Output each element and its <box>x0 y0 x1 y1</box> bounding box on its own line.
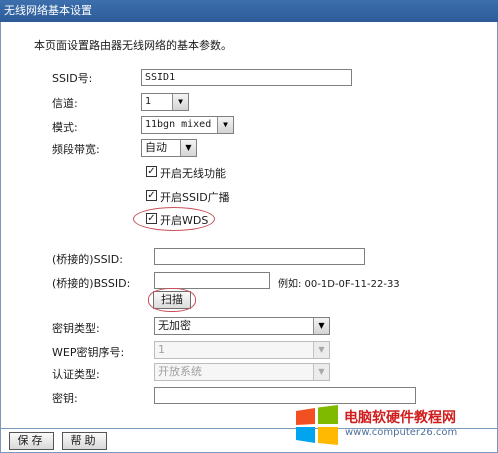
wds-highlight-circle <box>133 207 215 231</box>
save-button[interactable]: 保存 <box>9 432 54 450</box>
chevron-down-icon: ▼ <box>180 140 196 156</box>
windows-logo-icon <box>296 405 338 445</box>
page-description: 本页面设置路由器无线网络的基本参数。 <box>34 39 232 52</box>
chevron-down-icon: ▼ <box>172 94 188 110</box>
wep-index-label: WEP密钥序号: <box>52 346 125 359</box>
bridge-ssid-input[interactable] <box>154 248 365 265</box>
chevron-down-icon: ▼ <box>313 318 329 334</box>
bandwidth-value: 自动 <box>145 141 167 154</box>
key-type-value: 无加密 <box>158 319 191 332</box>
chevron-down-icon: ▼ <box>313 342 329 358</box>
key-label: 密钥: <box>52 392 78 405</box>
ssid-input[interactable]: SSID1 <box>141 69 352 86</box>
chevron-down-icon: ▼ <box>217 117 233 133</box>
bandwidth-label: 频段带宽: <box>52 143 100 156</box>
key-type-select[interactable]: 无加密 ▼ <box>154 317 330 335</box>
wireless-label: 开启无线功能 <box>160 167 226 180</box>
mode-value: 11bgn mixed <box>145 119 212 130</box>
ssid-broadcast-checkbox[interactable]: ✓ <box>146 190 157 201</box>
watermark-url: www.computer26.com <box>345 427 458 438</box>
auth-type-select: 开放系统 ▼ <box>154 363 330 381</box>
bridge-bssid-label: (桥接的)BSSID: <box>52 277 131 290</box>
chevron-down-icon: ▼ <box>313 364 329 380</box>
bssid-example: 例如: 00-1D-0F-11-22-33 <box>278 279 400 290</box>
window-frame <box>0 0 498 453</box>
window-title: 无线网络基本设置 <box>0 0 498 22</box>
channel-select[interactable]: 1 ▼ <box>141 93 189 111</box>
channel-value: 1 <box>145 96 152 107</box>
wep-index-value: 1 <box>158 343 165 356</box>
channel-label: 信道: <box>52 97 78 110</box>
key-type-label: 密钥类型: <box>52 322 100 335</box>
key-input[interactable] <box>154 387 416 404</box>
bridge-bssid-input[interactable] <box>154 272 270 289</box>
mode-select[interactable]: 11bgn mixed ▼ <box>141 116 234 134</box>
ssid-broadcast-label: 开启SSID广播 <box>160 191 230 204</box>
mode-label: 模式: <box>52 121 78 134</box>
bridge-ssid-label: (桥接的)SSID: <box>52 253 123 266</box>
auth-type-value: 开放系统 <box>158 365 202 378</box>
auth-type-label: 认证类型: <box>52 368 100 381</box>
bandwidth-select[interactable]: 自动 ▼ <box>141 139 197 157</box>
scan-highlight-circle <box>148 288 196 312</box>
watermark-title: 电脑软硬件教程网 <box>344 410 456 426</box>
ssid-label: SSID号: <box>52 72 93 85</box>
wep-index-select: 1 ▼ <box>154 341 330 359</box>
wireless-checkbox[interactable]: ✓ <box>146 166 157 177</box>
help-button[interactable]: 帮助 <box>62 432 107 450</box>
